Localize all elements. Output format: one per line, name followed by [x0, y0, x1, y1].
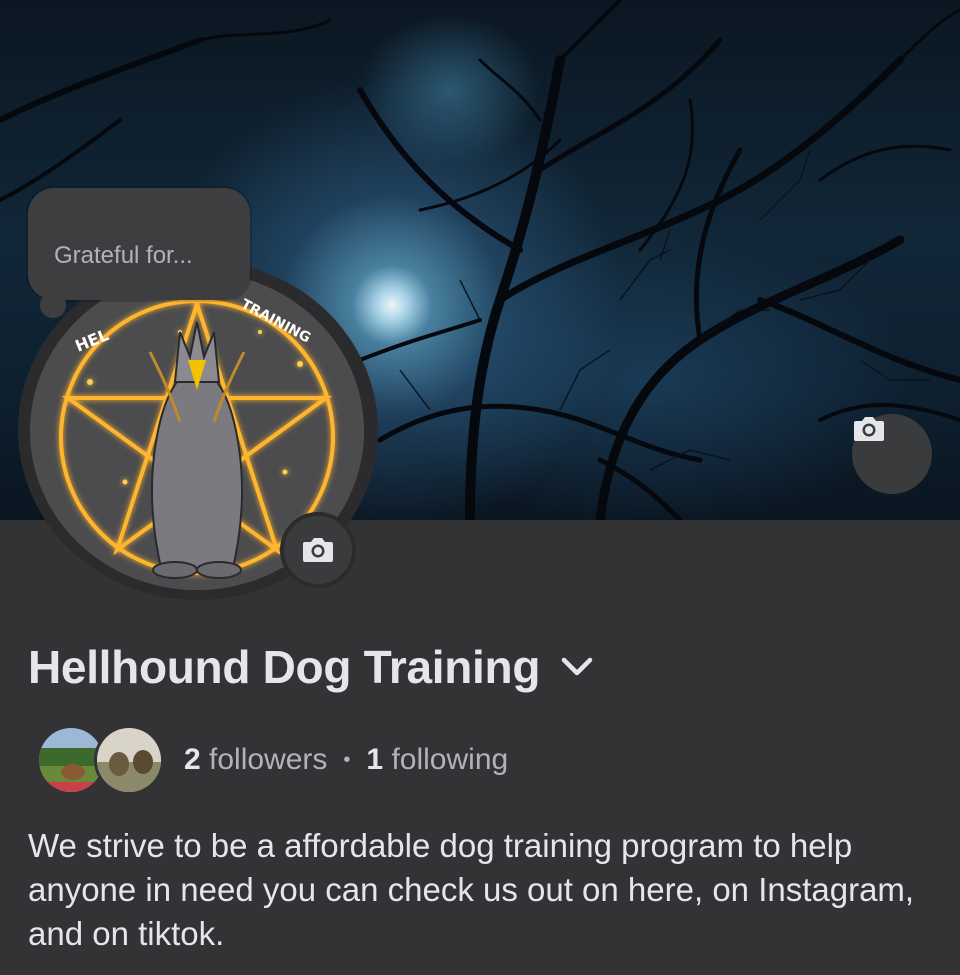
profile-note-tail — [40, 292, 66, 318]
page-name-row[interactable]: Hellhound Dog Training — [28, 640, 594, 694]
stats-separator: • — [343, 748, 351, 771]
following-count[interactable]: 1 — [366, 743, 383, 777]
page-name: Hellhound Dog Training — [28, 641, 541, 693]
profile-note-text: Grateful for... — [54, 242, 193, 269]
page-bio: We strive to be a affordable dog trainin… — [28, 827, 915, 952]
chevron-down-icon[interactable] — [560, 656, 594, 678]
cover-photo-camera-button[interactable] — [852, 414, 932, 494]
followers-label[interactable]: followers — [209, 743, 327, 777]
followers-row[interactable]: 2 followers • 1 following — [36, 724, 508, 796]
follower-avatar[interactable] — [94, 725, 164, 795]
profile-picture-camera-button[interactable] — [280, 512, 356, 588]
camera-icon — [303, 538, 333, 562]
following-label[interactable]: following — [391, 743, 508, 777]
followers-count[interactable]: 2 — [184, 743, 201, 777]
profile-note-bubble[interactable]: Grateful for... — [28, 188, 250, 300]
camera-icon — [854, 417, 884, 441]
